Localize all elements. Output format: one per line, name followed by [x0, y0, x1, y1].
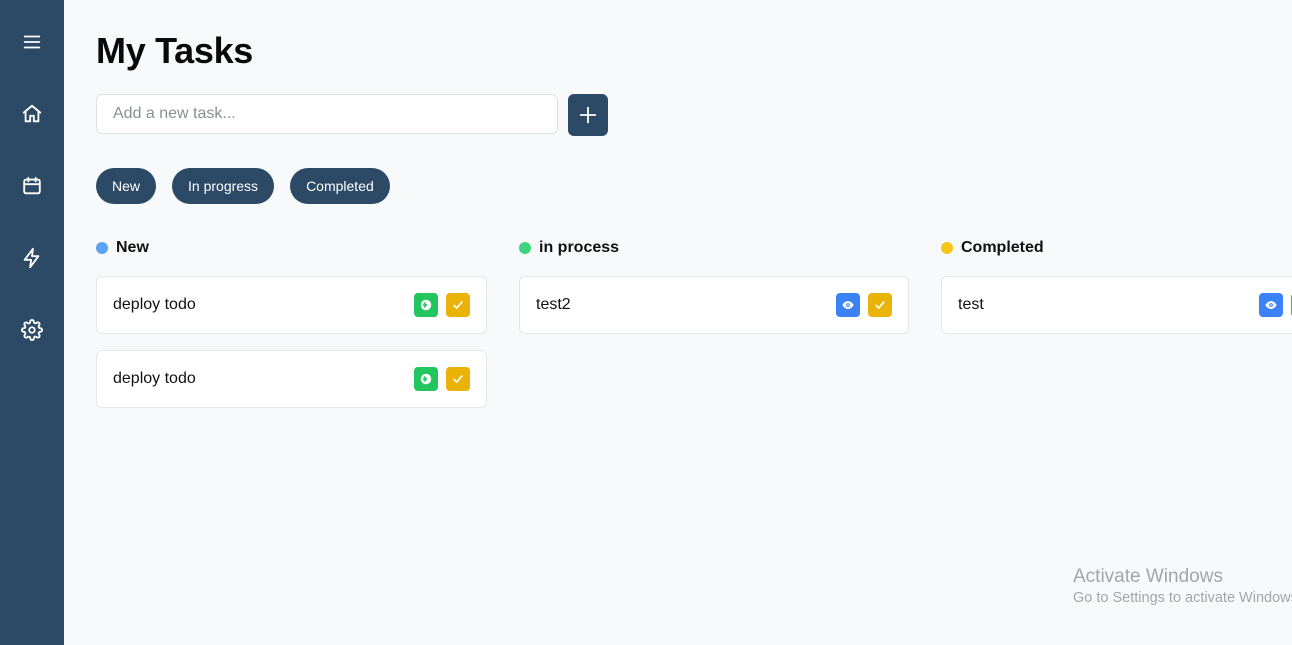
column-header: New [96, 238, 487, 258]
add-task-button[interactable] [568, 94, 608, 136]
complete-button[interactable] [446, 367, 470, 391]
home-icon[interactable] [20, 102, 44, 126]
task-card[interactable]: test2 [519, 276, 909, 334]
status-dot [519, 242, 531, 254]
column-header: in process [519, 238, 910, 258]
calendar-icon[interactable] [20, 174, 44, 198]
task-text: deploy todo [113, 296, 196, 313]
task-card[interactable]: deploy todo [96, 276, 487, 334]
menu-icon[interactable] [20, 30, 44, 54]
column-title: in process [539, 239, 620, 256]
view-button[interactable] [836, 293, 860, 317]
column-new: New deploy todo deploy todo [96, 238, 487, 424]
task-card[interactable]: test [941, 276, 1292, 334]
column-in-process: in process test2 [519, 238, 910, 350]
move-forward-button[interactable] [414, 367, 438, 391]
column-title: Completed [961, 239, 1044, 256]
task-text: test2 [536, 296, 571, 313]
watermark-subtitle: Go to Settings to activate Windows. [1073, 590, 1292, 606]
check-icon [875, 301, 885, 309]
new-task-input[interactable] [96, 94, 558, 134]
watermark-title: Activate Windows [1073, 566, 1223, 587]
task-text: deploy todo [113, 370, 196, 387]
complete-button[interactable] [868, 293, 892, 317]
status-dot [941, 242, 953, 254]
eye-icon [1265, 301, 1277, 309]
move-forward-button[interactable] [414, 293, 438, 317]
filter-in-progress-button[interactable]: In progress [172, 168, 275, 204]
filter-new-button[interactable]: New [96, 168, 157, 204]
main-content: My Tasks New In progress Completed New d… [64, 0, 1292, 645]
windows-activation-watermark: Activate Windows Go to Settings to activ… [1073, 566, 1292, 606]
gear-icon[interactable] [20, 318, 44, 342]
complete-button[interactable] [446, 293, 470, 317]
task-text: test [958, 296, 984, 313]
arrow-right-icon [420, 299, 432, 311]
column-header: Completed [941, 238, 1292, 258]
column-completed: Completed test [941, 238, 1292, 350]
check-icon [453, 301, 463, 309]
filter-bar: New In progress Completed [96, 168, 390, 204]
sidebar [0, 0, 64, 645]
page-title: My Tasks [96, 30, 254, 71]
plus-icon [579, 106, 597, 124]
view-button[interactable] [1259, 293, 1283, 317]
column-title: New [116, 239, 149, 256]
task-card[interactable]: deploy todo [96, 350, 487, 408]
lightning-icon[interactable] [20, 246, 44, 270]
arrow-right-icon [420, 373, 432, 385]
status-dot [96, 242, 108, 254]
check-icon [453, 375, 463, 383]
eye-icon [842, 301, 854, 309]
filter-completed-button[interactable]: Completed [290, 168, 390, 204]
